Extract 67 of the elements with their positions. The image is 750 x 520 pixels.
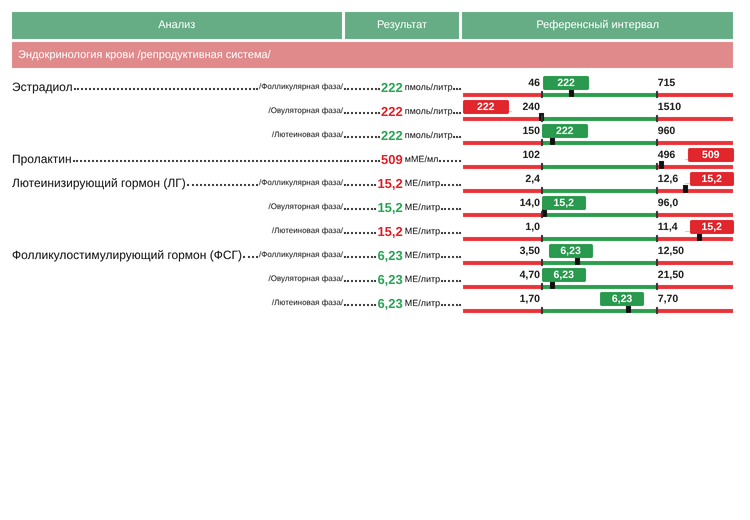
result-badge: 222 xyxy=(543,76,590,90)
unit-label: МЕ/литр xyxy=(404,297,440,310)
unit-label: пмоль/литр xyxy=(404,105,452,118)
analyte-name: Пролактин xyxy=(12,151,72,168)
range-low: 1,0 xyxy=(525,220,540,235)
phase-label: /Лютеиновая фаза/ xyxy=(272,297,343,309)
result-value: 6,23 xyxy=(377,295,403,313)
analyte-name: Эстрадиол xyxy=(12,79,73,96)
range-high: 21,50 xyxy=(658,268,684,283)
range-high: 12,6 xyxy=(658,172,678,187)
result-value: 15,2 xyxy=(377,223,403,241)
phase-label: /Овуляторная фаза/ xyxy=(268,105,343,117)
result-value: 6,23 xyxy=(377,271,403,289)
phase-label: /Лютеиновая фаза/ xyxy=(272,129,343,141)
result-value: 222 xyxy=(381,127,403,145)
range-high: 715 xyxy=(658,76,676,91)
result-value: 15,2 xyxy=(377,199,403,217)
column-header: Анализ xyxy=(12,12,342,38)
phase-label: /Фолликулярная фаза/ xyxy=(259,81,343,93)
unit-label: МЕ/литр xyxy=(404,273,440,286)
range-high: 1510 xyxy=(658,100,682,115)
phase-label: /Фолликулярная фаза/ xyxy=(259,177,343,189)
unit-label: МЕ/литр xyxy=(404,249,440,262)
column-header: Референсный интервал xyxy=(462,12,734,38)
range-low: 1,70 xyxy=(520,292,540,307)
result-badge: 222 xyxy=(542,124,588,138)
phase-label: /Лютеиновая фаза/ xyxy=(272,225,343,237)
range-low: 150 xyxy=(522,124,540,139)
unit-label: мМЕ/мл xyxy=(404,153,438,166)
result-value: 509 xyxy=(381,151,403,169)
range-low: 2,4 xyxy=(525,172,540,187)
unit-label: МЕ/литр xyxy=(404,177,440,190)
phase-label: /Овуляторная фаза/ xyxy=(268,273,343,285)
result-badge: 509 xyxy=(688,148,734,162)
unit-label: МЕ/литр xyxy=(404,201,440,214)
result-value: 222 xyxy=(381,79,403,97)
result-badge: 6,23 xyxy=(542,268,586,282)
analyte-name: Лютеинизирующий гормон (ЛГ) xyxy=(12,175,186,192)
result-badge: 6,23 xyxy=(548,244,593,258)
range-low: 102 xyxy=(522,148,540,163)
range-low: 4,70 xyxy=(520,268,540,283)
range-low: 3,50 xyxy=(520,244,540,259)
range-high: 96,0 xyxy=(658,196,678,211)
result-value: 6,23 xyxy=(377,247,403,265)
column-header: Результат xyxy=(344,12,460,38)
range-low: 46 xyxy=(528,76,540,91)
range-high: 7,70 xyxy=(658,292,678,307)
range-high: 12,50 xyxy=(658,244,684,259)
range-low: 240 xyxy=(522,100,540,115)
unit-label: МЕ/литр xyxy=(404,225,440,238)
range-high: 11,4 xyxy=(658,220,678,235)
phase-label: /Фолликулярная фаза/ xyxy=(259,249,343,261)
unit-label: пмоль/литр xyxy=(404,81,452,94)
result-badge: 15,2 xyxy=(690,172,734,186)
result-badge: 6,23 xyxy=(600,292,644,306)
result-value: 15,2 xyxy=(377,175,403,193)
result-badge: 15,2 xyxy=(690,220,734,234)
result-badge: 15,2 xyxy=(542,196,586,210)
section-header: Эндокринология крови /репродуктивная система/ xyxy=(12,42,733,68)
range-high: 960 xyxy=(658,124,676,139)
range-high: 496 xyxy=(658,148,676,163)
analyte-name: Фолликулостимулирующий гормон (ФСГ) xyxy=(12,247,242,264)
phase-label: /Овуляторная фаза/ xyxy=(268,201,343,213)
result-value: 222 xyxy=(381,103,403,121)
range-low: 14,0 xyxy=(520,196,540,211)
result-badge: 222 xyxy=(462,100,509,114)
unit-label: пмоль/литр xyxy=(404,129,452,142)
